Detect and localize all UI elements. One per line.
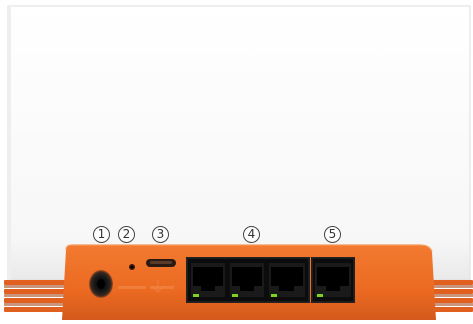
callout-5: 5 <box>324 226 341 243</box>
router-photo: 1 2 3 4 5 <box>0 0 473 320</box>
wan-led <box>317 294 323 297</box>
callout-1: 1 <box>93 226 110 243</box>
wan-port <box>311 257 355 303</box>
lan-ports <box>186 257 310 303</box>
lan-led-1 <box>193 294 199 297</box>
lan-led-3 <box>271 294 277 297</box>
callout-2: 2 <box>118 226 135 243</box>
callout-3: 3 <box>152 226 169 243</box>
lan-led-2 <box>232 294 238 297</box>
callout-4: 4 <box>243 226 260 243</box>
router-housing <box>7 5 471 281</box>
router-illustration <box>4 5 473 320</box>
